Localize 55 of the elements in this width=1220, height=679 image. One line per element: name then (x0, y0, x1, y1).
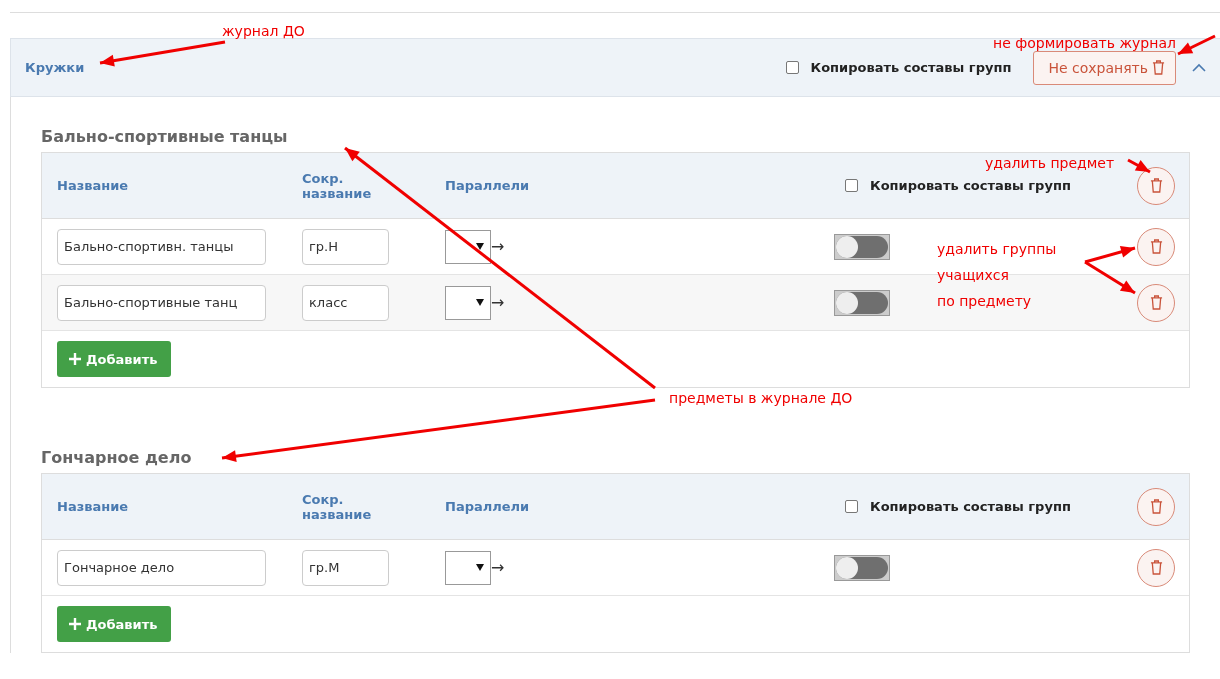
annotation-arrow (1177, 34, 1216, 56)
checkbox-label: Копировать составы групп (870, 178, 1071, 193)
arrow-glyph: → (491, 237, 505, 256)
arrow-glyph: → (491, 293, 505, 312)
checkbox[interactable] (845, 500, 858, 513)
trash-icon (1152, 60, 1165, 75)
column-header: Название (57, 178, 130, 193)
parallels-dropdown[interactable] (445, 285, 491, 320)
column-header: Параллели (445, 499, 531, 514)
trash-icon (1149, 239, 1163, 254)
trash-icon (1149, 499, 1163, 514)
column-header: Параллели (445, 178, 531, 193)
name-field[interactable]: Бально-спортивные танц (57, 284, 266, 321)
caret-icon (476, 299, 484, 306)
annotation-text: удалить группы учащихся по предмету (937, 240, 1057, 311)
toggle-switch[interactable] (834, 554, 890, 581)
column-header: Сокр. название (302, 491, 373, 522)
column-header: Название (57, 499, 130, 514)
no-save-button[interactable]: Не сохранять (1033, 50, 1176, 85)
checkbox-label: Копировать составы групп (810, 60, 1012, 75)
caret-icon (476, 243, 484, 250)
caret-icon (476, 564, 484, 571)
collapse-icon[interactable] (1192, 62, 1206, 73)
delete-group-button[interactable] (1137, 548, 1175, 587)
short-name-field[interactable]: гр.М (302, 549, 389, 586)
checkbox[interactable] (845, 179, 858, 192)
column-header: Сокр. название (302, 170, 373, 201)
annotation-arrow (1127, 158, 1151, 174)
subject-title: Бально-спортивные танцы (41, 127, 289, 146)
arrow-glyph: → (491, 558, 505, 577)
delete-group-button[interactable] (1137, 227, 1175, 266)
name-field[interactable]: Гончарное дело (57, 549, 266, 586)
short-name-field[interactable]: гр.Н (302, 228, 389, 265)
annotation-text: не формировать журнал (993, 34, 1176, 53)
checkbox-label: Копировать составы групп (870, 499, 1071, 514)
annotation-text: журнал ДО (222, 22, 305, 41)
trash-icon (1149, 295, 1163, 310)
short-name-field[interactable]: класс (302, 284, 389, 321)
plus-icon (69, 353, 81, 365)
trash-icon (1149, 178, 1163, 193)
parallels-dropdown[interactable] (445, 229, 491, 264)
parallels-dropdown[interactable] (445, 550, 491, 585)
toggle-switch[interactable] (834, 289, 890, 316)
annotation-text: предметы в журнале ДО (669, 389, 853, 408)
delete-group-button[interactable] (1137, 283, 1175, 322)
toggle-switch[interactable] (834, 233, 890, 260)
panel-title[interactable]: Кружки (25, 60, 85, 75)
plus-icon (69, 618, 81, 630)
annotation-text: удалить предмет (985, 154, 1115, 173)
name-field[interactable]: Бально-спортивн. танцы (57, 228, 266, 265)
checkbox[interactable] (785, 61, 799, 74)
delete-subject-button[interactable] (1137, 487, 1175, 526)
subject-title: Гончарное дело (41, 448, 193, 467)
trash-icon (1149, 560, 1163, 575)
delete-subject-button[interactable] (1137, 166, 1175, 205)
